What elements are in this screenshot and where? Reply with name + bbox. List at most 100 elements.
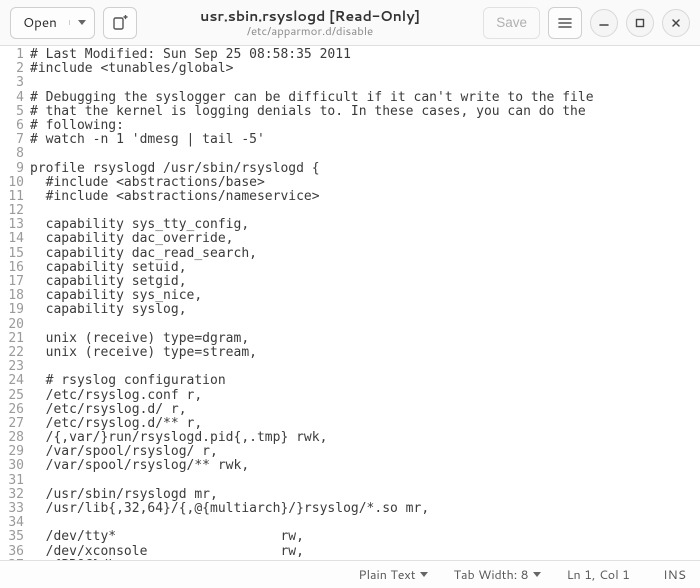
chevron-down-icon xyxy=(420,572,428,577)
code-line[interactable] xyxy=(30,204,700,218)
cursor-position[interactable]: Ln 1, Col 1 xyxy=(567,566,630,584)
code-line[interactable]: /etc/rsyslog.conf r, xyxy=(30,389,700,403)
code-line[interactable]: capability sys_nice, xyxy=(30,289,700,303)
line-number: 28 xyxy=(0,431,24,445)
close-icon xyxy=(671,18,681,28)
code-line[interactable]: capability dac_override, xyxy=(30,232,700,246)
chevron-down-icon xyxy=(533,572,541,577)
code-line[interactable] xyxy=(30,474,700,488)
code-line[interactable]: /var/spool/rsyslog/ r, xyxy=(30,445,700,459)
open-button-label: Open xyxy=(11,13,69,32)
line-number: 24 xyxy=(0,374,24,388)
hamburger-menu-button[interactable] xyxy=(548,7,582,39)
code-line[interactable]: #include <abstractions/base> xyxy=(30,176,700,190)
code-line[interactable]: # Debugging the syslogger can be difficu… xyxy=(30,91,700,105)
syntax-label: Plain Text xyxy=(358,566,415,584)
syntax-selector[interactable]: Plain Text xyxy=(358,566,427,584)
code-line[interactable]: /{,var/}run/rsyslogd.pid{,.tmp} rwk, xyxy=(30,431,700,445)
line-number: 16 xyxy=(0,261,24,275)
line-number: 32 xyxy=(0,488,24,502)
line-number: 14 xyxy=(0,232,24,246)
code-line[interactable] xyxy=(30,147,700,161)
code-line[interactable]: unix (receive) type=stream, xyxy=(30,346,700,360)
code-line[interactable]: unix (receive) type=dgram, xyxy=(30,332,700,346)
line-number: 34 xyxy=(0,516,24,530)
line-number: 1 xyxy=(0,48,24,62)
code-line[interactable]: # following: xyxy=(30,119,700,133)
maximize-icon xyxy=(635,18,645,28)
line-number: 13 xyxy=(0,218,24,232)
code-line[interactable]: #include <tunables/global> xyxy=(30,62,700,76)
line-number: 36 xyxy=(0,545,24,559)
code-line[interactable]: /usr/sbin/rsyslogd mr, xyxy=(30,488,700,502)
tabwidth-selector[interactable]: Tab Width: 8 xyxy=(454,566,541,584)
line-number: 25 xyxy=(0,389,24,403)
line-number: 15 xyxy=(0,247,24,261)
line-number: 21 xyxy=(0,332,24,346)
code-line[interactable]: capability sys_tty_config, xyxy=(30,218,700,232)
line-number: 29 xyxy=(0,445,24,459)
line-number: 6 xyxy=(0,119,24,133)
line-number: 26 xyxy=(0,403,24,417)
code-line[interactable]: /etc/rsyslog.d/ r, xyxy=(30,403,700,417)
code-line[interactable]: # Last Modified: Sun Sep 25 08:58:35 201… xyxy=(30,48,700,62)
line-number: 20 xyxy=(0,318,24,332)
new-tab-icon xyxy=(112,15,128,31)
code-line[interactable]: # watch -n 1 'dmesg | tail -5' xyxy=(30,133,700,147)
tabwidth-label: Tab Width: 8 xyxy=(454,566,529,584)
code-line[interactable]: /dev/tty* rw, xyxy=(30,530,700,544)
close-button[interactable] xyxy=(662,9,690,37)
line-number: 2 xyxy=(0,62,24,76)
line-number: 17 xyxy=(0,275,24,289)
line-number: 30 xyxy=(0,459,24,473)
open-button-menu[interactable] xyxy=(69,20,94,25)
code-line[interactable]: profile rsyslogd /usr/sbin/rsyslogd { xyxy=(30,162,700,176)
header-bar: Open usr.sbin.rsyslogd [Read-Only] /etc/… xyxy=(0,0,700,46)
window-subtitle: /etc/apparmor.d/disable xyxy=(145,24,475,37)
line-number: 31 xyxy=(0,474,24,488)
hamburger-icon xyxy=(558,16,572,30)
line-number: 18 xyxy=(0,289,24,303)
code-content[interactable]: # Last Modified: Sun Sep 25 08:58:35 201… xyxy=(28,48,700,560)
editor-area[interactable]: 1234567891011121314151617181920212223242… xyxy=(0,46,700,560)
code-line[interactable]: # rsyslog configuration xyxy=(30,374,700,388)
minimize-icon xyxy=(599,18,609,28)
insert-mode-indicator[interactable]: INS xyxy=(656,566,686,584)
line-number: 7 xyxy=(0,133,24,147)
line-number: 19 xyxy=(0,303,24,317)
code-line[interactable]: capability dac_read_search, xyxy=(30,247,700,261)
line-number: 23 xyxy=(0,360,24,374)
minimize-button[interactable] xyxy=(590,9,618,37)
code-line[interactable] xyxy=(30,516,700,530)
line-number: 22 xyxy=(0,346,24,360)
code-line[interactable]: /var/spool/rsyslog/** rwk, xyxy=(30,459,700,473)
code-line[interactable]: capability setuid, xyxy=(30,261,700,275)
code-line[interactable]: #include <abstractions/nameservice> xyxy=(30,190,700,204)
line-number: 33 xyxy=(0,502,24,516)
chevron-down-icon xyxy=(78,20,86,25)
code-line[interactable]: /usr/lib{,32,64}/{,@{multiarch}/}rsyslog… xyxy=(30,502,700,516)
code-line[interactable] xyxy=(30,360,700,374)
status-bar: Plain Text Tab Width: 8 Ln 1, Col 1 INS xyxy=(0,560,700,588)
code-line[interactable]: capability setgid, xyxy=(30,275,700,289)
open-button[interactable]: Open xyxy=(10,7,95,39)
line-number: 10 xyxy=(0,176,24,190)
code-line[interactable]: /dev/xconsole rw, xyxy=(30,545,700,559)
code-line[interactable]: # that the kernel is logging denials to.… xyxy=(30,105,700,119)
code-line[interactable]: capability syslog, xyxy=(30,303,700,317)
line-number-gutter: 1234567891011121314151617181920212223242… xyxy=(0,48,28,560)
line-number: 27 xyxy=(0,417,24,431)
line-number: 4 xyxy=(0,91,24,105)
line-number: 9 xyxy=(0,162,24,176)
maximize-button[interactable] xyxy=(626,9,654,37)
code-line[interactable] xyxy=(30,318,700,332)
code-line[interactable] xyxy=(30,76,700,90)
new-tab-button[interactable] xyxy=(103,7,137,39)
save-button[interactable]: Save xyxy=(483,7,540,39)
line-number: 5 xyxy=(0,105,24,119)
code-line[interactable]: /etc/rsyslog.d/** r, xyxy=(30,417,700,431)
line-number: 11 xyxy=(0,190,24,204)
line-number: 12 xyxy=(0,204,24,218)
cursor-label: Ln 1, Col 1 xyxy=(567,566,630,584)
line-number: 3 xyxy=(0,76,24,90)
